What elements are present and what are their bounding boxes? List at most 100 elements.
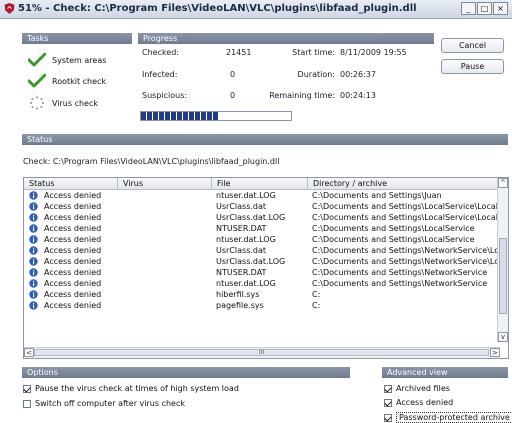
checked-label: Checked: (142, 48, 180, 57)
vertical-scroll-thumb[interactable] (499, 238, 507, 314)
infected-label: Infected: (142, 70, 178, 79)
checkbox[interactable] (23, 399, 31, 408)
task-rootkit-check: Rootkit check (28, 74, 106, 88)
info-icon (29, 257, 38, 266)
column-virus[interactable]: Virus (118, 178, 212, 189)
info-icon (29, 191, 38, 200)
task-label: System areas (52, 55, 107, 65)
table-row[interactable]: Access denied UsrClass.dat.LOG C:\Document… (24, 212, 500, 223)
checkbox[interactable] (23, 384, 31, 393)
option-pause-high-load[interactable]: Pause the virus check at times of high s… (23, 384, 239, 393)
column-directory[interactable]: Directory / archive (308, 178, 500, 189)
task-system-areas: System areas (28, 53, 106, 67)
info-icon (29, 290, 38, 299)
option-label: Access denied (396, 398, 454, 407)
cell-status: Access denied (44, 246, 102, 255)
scan-progress-bar (140, 111, 292, 121)
option-label: Pause the virus check at times of high s… (35, 384, 239, 393)
option-label: Password-protected archive (396, 412, 512, 423)
shield-icon (4, 3, 15, 14)
advanced-access-denied[interactable]: Access denied (384, 398, 453, 407)
scroll-right-arrow-icon[interactable]: > (490, 348, 500, 357)
maximize-button[interactable]: □ (477, 2, 492, 15)
table-row[interactable]: Access denied ntuser.dat.LOG C:\Documents … (24, 190, 500, 201)
info-icon (29, 224, 38, 233)
close-button[interactable]: × (493, 2, 508, 15)
info-icon (29, 268, 38, 277)
cell-dir: C:\Documents and Settings\LocalService (312, 235, 475, 244)
table-row[interactable]: Access denied UsrClass.dat C:\Documents an… (24, 201, 500, 212)
scroll-up-arrow-icon[interactable]: ^ (498, 178, 508, 188)
horizontal-scrollbar[interactable]: < III > (24, 347, 500, 358)
cell-dir: C:\Documents and Settings\LocalService (312, 224, 475, 233)
cell-file: ntuser.dat.LOG (216, 279, 276, 288)
cell-file: UsrClass.dat.LOG (216, 257, 286, 266)
cell-file: pagefile.sys (216, 301, 264, 310)
table-header: Status Virus File Directory / archive (24, 178, 500, 190)
tasks-header: Tasks (22, 33, 132, 44)
cell-dir: C:\Documents and Settings\LocalService\L… (312, 213, 500, 222)
minimize-button[interactable]: _ (461, 2, 476, 15)
column-status[interactable]: Status (24, 178, 118, 189)
column-file[interactable]: File (212, 178, 308, 189)
option-label: Switch off computer after virus check (35, 399, 185, 408)
info-icon (29, 301, 38, 310)
pause-button[interactable]: Pause (441, 59, 504, 74)
table-row[interactable]: Access denied ntuser.dat.LOG C:\Documents … (24, 234, 500, 245)
table-row[interactable]: Access denied pagefile.sys C: (24, 300, 500, 311)
cell-dir: C:\Documents and Settings\NetworkService… (312, 257, 500, 266)
table-row[interactable]: Access denied NTUSER.DAT C:\Documents and … (24, 267, 500, 278)
checked-value: 21451 (226, 48, 252, 57)
window-body: Tasks System areas Rootkit check Virus c… (0, 19, 512, 423)
cell-file: ntuser.dat.LOG (216, 235, 276, 244)
cell-file: hiberfil.sys (216, 290, 260, 299)
start-time-label: Start time: (292, 48, 335, 57)
table-row[interactable]: Access denied hiberfil.sys C: (24, 289, 500, 300)
remaining-time-label: Remaining time: (269, 91, 335, 100)
cell-dir: C:\Documents and Settings\NetworkService… (312, 246, 500, 255)
current-file-path: Check: C:\Program Files\VideoLAN\VLC\plu… (23, 157, 280, 166)
table-row[interactable]: Access denied NTUSER.DAT C:\Documents and … (24, 223, 500, 234)
table-row[interactable]: Access denied ntuser.dat.LOG C:\Documents … (24, 278, 500, 289)
cell-file: ntuser.dat.LOG (216, 191, 276, 200)
cell-status: Access denied (44, 279, 102, 288)
info-icon (29, 279, 38, 288)
window-title: 51% - Check: C:\Program Files\VideoLAN\V… (18, 3, 417, 14)
duration-value: 00:26:37 (340, 70, 376, 79)
cell-dir: C:\Documents and Settings\NetworkService (312, 268, 488, 277)
task-virus-check: Virus check (28, 96, 98, 110)
checkbox[interactable] (384, 398, 392, 407)
cell-dir: C: (312, 290, 321, 299)
advanced-password-protected-archive[interactable]: Password-protected archive (384, 412, 512, 423)
table-row[interactable]: Access denied UsrClass.dat C:\Documents an… (24, 245, 500, 256)
progress-fill (141, 112, 218, 120)
cell-status: Access denied (44, 191, 102, 200)
info-icon (29, 202, 38, 211)
cell-status: Access denied (44, 224, 102, 233)
table-row[interactable]: Access denied UsrClass.dat.LOG C:\Document… (24, 256, 500, 267)
cell-status: Access denied (44, 301, 102, 310)
title-bar[interactable]: 51% - Check: C:\Program Files\VideoLAN\V… (0, 0, 512, 19)
cell-status: Access denied (44, 268, 102, 277)
option-switch-off-computer[interactable]: Switch off computer after virus check (23, 399, 185, 408)
cancel-button[interactable]: Cancel (441, 38, 504, 53)
start-time-value: 8/11/2009 19:55 (340, 48, 407, 57)
scroll-left-arrow-icon[interactable]: < (24, 348, 34, 357)
info-icon (29, 235, 38, 244)
advanced-archived-files[interactable]: Archived files (384, 384, 450, 393)
scroll-down-arrow-icon[interactable]: v (498, 332, 508, 342)
task-label: Rootkit check (52, 76, 107, 86)
advanced-view-header: Advanced view (382, 367, 508, 378)
checkbox[interactable] (384, 413, 392, 422)
cell-file: NTUSER.DAT (216, 224, 267, 233)
checkbox[interactable] (384, 384, 392, 393)
progress-header: Progress (138, 33, 434, 44)
horizontal-scroll-thumb[interactable]: III (34, 349, 489, 356)
suspicious-label: Suspicious: (142, 91, 188, 100)
status-header: Status (22, 134, 508, 145)
info-icon (29, 246, 38, 255)
info-icon (29, 213, 38, 222)
cell-file: UsrClass.dat.LOG (216, 213, 286, 222)
vertical-scrollbar[interactable]: ^ v (497, 178, 508, 342)
cell-dir: C:\Documents and Settings\NetworkService (312, 279, 488, 288)
